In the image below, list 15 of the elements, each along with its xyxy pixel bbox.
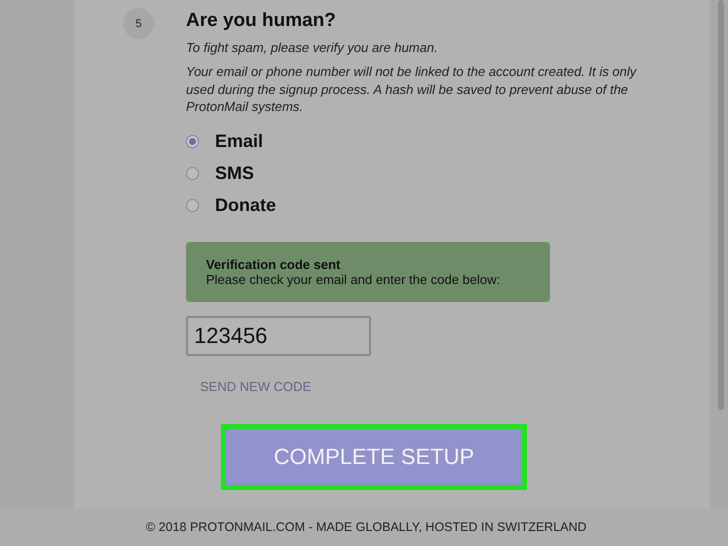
step-title: Are you human? (186, 10, 337, 32)
code-field[interactable]: 123456 (186, 316, 371, 356)
step-number: 5 (123, 8, 154, 39)
scrollbar[interactable] (718, 0, 724, 410)
radio-option[interactable]: Donate (186, 194, 636, 216)
radio-option[interactable]: SMS (186, 162, 636, 184)
radio-button[interactable] (186, 135, 199, 148)
radio-button[interactable] (186, 199, 199, 212)
radio-option[interactable]: Email (186, 130, 636, 152)
intro-text: To fight spam, please verify you are human. (186, 40, 439, 56)
copyright-text: © 2018 PROTONMAIL.COM - MADE GLOBALLY, HOSTED IN SWITZERLAND (146, 520, 587, 534)
alert-message: Please check your email and enter the code below: (206, 272, 502, 286)
notice-text: Your email or phone number will not be linked to the account created. It is only used during the signup process. A hash will be saved to prevent abuse of the ProtonMail systems. (186, 63, 638, 116)
radio-button[interactable] (186, 167, 199, 180)
alert-title: Verification code sent (206, 256, 342, 272)
